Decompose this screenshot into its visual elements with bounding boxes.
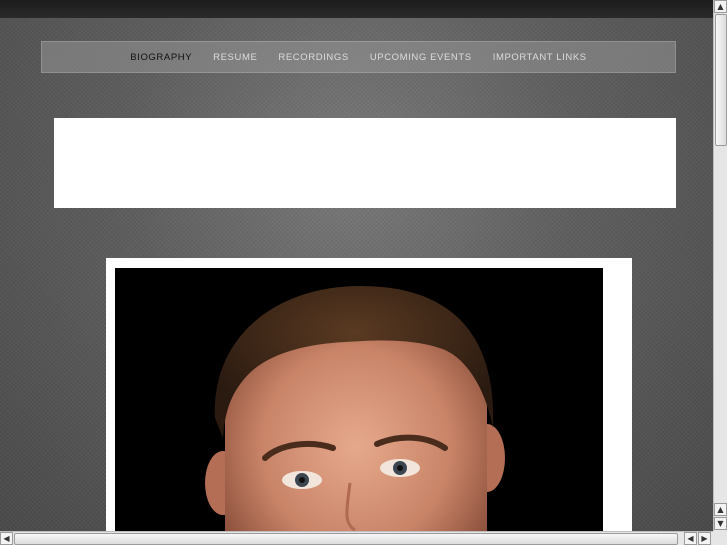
portrait-photo bbox=[115, 268, 603, 531]
arrow-left-icon[interactable]: ◀ bbox=[0, 532, 13, 545]
vertical-scroll-thumb[interactable] bbox=[715, 14, 727, 146]
portrait-image bbox=[115, 268, 603, 531]
arrow-up-icon[interactable]: ▲ bbox=[714, 503, 727, 516]
arrow-up-icon[interactable]: ▲ bbox=[714, 0, 727, 13]
nav-item-important-links[interactable]: IMPORTANT LINKS bbox=[493, 52, 587, 63]
nav-item-upcoming-events[interactable]: UPCOMING EVENTS bbox=[370, 52, 472, 63]
arrow-left-icon[interactable]: ◀ bbox=[684, 532, 697, 545]
arrow-down-icon[interactable]: ▼ bbox=[714, 517, 727, 530]
portrait-frame bbox=[106, 258, 632, 531]
nav-item-recordings[interactable]: RECORDINGS bbox=[278, 52, 348, 63]
arrow-right-icon[interactable]: ▶ bbox=[698, 532, 711, 545]
header-banner bbox=[54, 118, 676, 208]
top-bar bbox=[0, 0, 713, 18]
nav-item-biography[interactable]: BIOGRAPHY bbox=[130, 52, 192, 63]
page-background: BIOGRAPHY RESUME RECORDINGS UPCOMING EVE… bbox=[0, 0, 713, 531]
vertical-scrollbar[interactable]: ▲ ▲ ▼ bbox=[713, 0, 727, 531]
horizontal-scroll-thumb[interactable] bbox=[14, 533, 678, 545]
horizontal-scrollbar[interactable]: ◀ ◀ ▶ bbox=[0, 531, 713, 545]
nav-item-resume[interactable]: RESUME bbox=[213, 52, 257, 63]
scrollbar-corner bbox=[713, 531, 727, 545]
main-nav: BIOGRAPHY RESUME RECORDINGS UPCOMING EVE… bbox=[41, 41, 676, 73]
